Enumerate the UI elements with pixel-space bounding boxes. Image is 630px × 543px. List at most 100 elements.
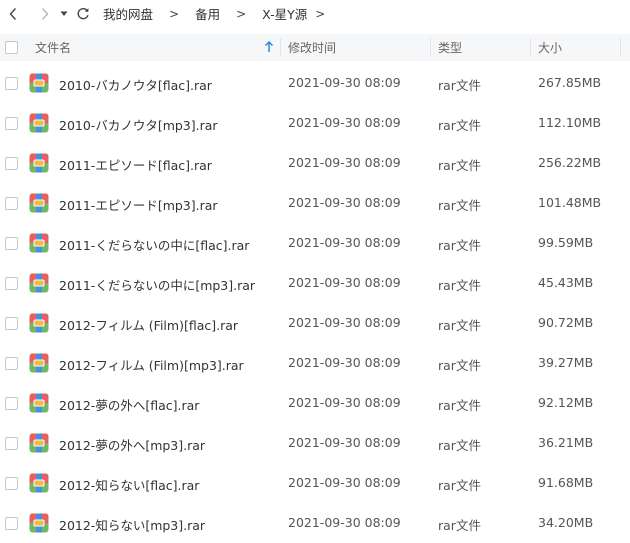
archive-icon: [29, 113, 49, 133]
file-type: rar文件: [438, 158, 481, 173]
column-divider[interactable]: [530, 38, 531, 57]
column-header-name[interactable]: 文件名: [35, 34, 280, 61]
file-size: 112.10MB: [538, 115, 602, 130]
file-row[interactable]: 2012-フィルム (Film)[flac].rar 2021-09-30 08:…: [0, 303, 630, 343]
file-name[interactable]: 2012-夢の外へ[mp3].rar: [59, 435, 205, 454]
archive-icon: [29, 233, 49, 253]
file-size: 34.20MB: [538, 515, 594, 530]
file-size: 92.12MB: [538, 395, 594, 410]
file-row[interactable]: 2011-エピソード[flac].rar 2021-09-30 08:09 rar文…: [0, 143, 630, 183]
file-row-checkbox[interactable]: [5, 276, 18, 290]
file-type: rar文件: [438, 358, 481, 373]
file-row-checkbox[interactable]: [5, 516, 18, 530]
file-modified-time: 2021-09-30 08:09: [288, 235, 401, 250]
column-header-type[interactable]: 类型: [438, 34, 462, 61]
file-name[interactable]: 2011-くだらないの中に[flac].rar: [59, 235, 249, 254]
file-type: rar文件: [438, 78, 481, 93]
archive-icon: [29, 353, 49, 373]
file-row[interactable]: 2011-エピソード[mp3].rar 2021-09-30 08:09 rar文件…: [0, 183, 630, 223]
breadcrumb-separator[interactable]: >: [315, 7, 325, 21]
column-divider[interactable]: [280, 38, 281, 57]
file-name[interactable]: 2012-フィルム (Film)[mp3].rar: [59, 355, 244, 374]
file-modified-time: 2021-09-30 08:09: [288, 315, 401, 330]
column-divider[interactable]: [620, 38, 621, 57]
file-row-checkbox[interactable]: [5, 316, 18, 330]
file-modified-time: 2021-09-30 08:09: [288, 115, 401, 130]
file-modified-time: 2021-09-30 08:09: [288, 155, 401, 170]
file-row[interactable]: 2011-くだらないの中に[flac].rar 2021-09-30 08:09 r…: [0, 223, 630, 263]
file-size: 99.59MB: [538, 235, 594, 250]
file-modified-time: 2021-09-30 08:09: [288, 195, 401, 210]
file-row[interactable]: 2012-フィルム (Film)[mp3].rar 2021-09-30 08:0…: [0, 343, 630, 383]
file-row[interactable]: 2010-バカノウタ[mp3].rar 2021-09-30 08:09 rar文件…: [0, 103, 630, 143]
file-row-checkbox[interactable]: [5, 196, 18, 210]
file-name[interactable]: 2012-フィルム (Film)[flac].rar: [59, 315, 238, 334]
file-modified-time: 2021-09-30 08:09: [288, 515, 401, 530]
file-row[interactable]: 2011-くだらないの中に[mp3].rar 2021-09-30 08:09 ra…: [0, 263, 630, 303]
file-row-checkbox[interactable]: [5, 236, 18, 250]
archive-icon: [29, 73, 49, 93]
file-type: rar文件: [438, 278, 481, 293]
chevron-left-icon[interactable]: [3, 4, 23, 24]
file-row[interactable]: 2012-夢の外へ[mp3].rar 2021-09-30 08:09 rar文件 3…: [0, 423, 630, 463]
file-name[interactable]: 2012-夢の外へ[flac].rar: [59, 395, 199, 414]
file-modified-time: 2021-09-30 08:09: [288, 75, 401, 90]
file-list-header: 文件名 修改时间 类型 大小: [0, 34, 630, 61]
file-size: 267.85MB: [538, 75, 602, 90]
archive-icon: [29, 193, 49, 213]
file-row[interactable]: 2012-知らない[mp3].rar 2021-09-30 08:09 rar文件 3…: [0, 503, 630, 543]
file-size: 90.72MB: [538, 315, 594, 330]
column-header-mtime[interactable]: 修改时间: [288, 34, 336, 61]
file-name[interactable]: 2012-知らない[flac].rar: [59, 475, 199, 494]
file-type: rar文件: [438, 518, 481, 533]
breadcrumb-item-backup[interactable]: 备用: [195, 4, 220, 23]
arrow-up-icon[interactable]: [264, 40, 274, 56]
file-row-checkbox[interactable]: [5, 156, 18, 170]
file-name[interactable]: 2012-知らない[mp3].rar: [59, 515, 205, 534]
breadcrumb-separator: >: [236, 6, 247, 21]
file-type: rar文件: [438, 478, 481, 493]
file-row[interactable]: 2012-知らない[flac].rar 2021-09-30 08:09 rar文件…: [0, 463, 630, 503]
archive-icon: [29, 513, 49, 533]
select-all-checkbox[interactable]: [5, 41, 18, 54]
file-row-checkbox[interactable]: [5, 76, 18, 90]
file-row-checkbox[interactable]: [5, 476, 18, 490]
file-size: 39.27MB: [538, 355, 594, 370]
file-modified-time: 2021-09-30 08:09: [288, 355, 401, 370]
file-row-checkbox[interactable]: [5, 356, 18, 370]
file-modified-time: 2021-09-30 08:09: [288, 275, 401, 290]
file-modified-time: 2021-09-30 08:09: [288, 395, 401, 410]
file-row-checkbox[interactable]: [5, 116, 18, 130]
file-name[interactable]: 2011-エピソード[flac].rar: [59, 155, 212, 174]
file-list: 2010-バカノウタ[flac].rar 2021-09-30 08:09 rar文…: [0, 63, 630, 543]
refresh-icon[interactable]: [73, 4, 93, 24]
archive-icon: [29, 153, 49, 173]
file-size: 101.48MB: [538, 195, 602, 210]
file-name[interactable]: 2010-バカノウタ[mp3].rar: [59, 115, 218, 134]
archive-icon: [29, 313, 49, 333]
file-size: 45.43MB: [538, 275, 594, 290]
caret-down-icon[interactable]: [57, 4, 71, 24]
file-size: 36.21MB: [538, 435, 594, 450]
breadcrumb-item-current[interactable]: X-星Y源: [262, 4, 307, 23]
file-name[interactable]: 2011-エピソード[mp3].rar: [59, 195, 218, 214]
breadcrumb: 我的网盘 > 备用 > X-星Y源 >: [103, 4, 341, 23]
archive-icon: [29, 393, 49, 413]
breadcrumb-item-root[interactable]: 我的网盘: [103, 4, 153, 23]
chevron-right-icon[interactable]: [35, 4, 55, 24]
file-name[interactable]: 2011-くだらないの中に[mp3].rar: [59, 275, 255, 294]
file-modified-time: 2021-09-30 08:09: [288, 475, 401, 490]
file-row[interactable]: 2012-夢の外へ[flac].rar 2021-09-30 08:09 rar文件…: [0, 383, 630, 423]
file-name[interactable]: 2010-バカノウタ[flac].rar: [59, 75, 212, 94]
file-row-checkbox[interactable]: [5, 396, 18, 410]
file-row[interactable]: 2010-バカノウタ[flac].rar 2021-09-30 08:09 rar文…: [0, 63, 630, 103]
file-type: rar文件: [438, 118, 481, 133]
file-size: 91.68MB: [538, 475, 594, 490]
column-divider[interactable]: [430, 38, 431, 57]
file-type: rar文件: [438, 398, 481, 413]
file-row-checkbox[interactable]: [5, 436, 18, 450]
breadcrumb-separator: >: [169, 6, 180, 21]
file-type: rar文件: [438, 318, 481, 333]
column-header-size[interactable]: 大小: [538, 34, 562, 61]
file-type: rar文件: [438, 238, 481, 253]
